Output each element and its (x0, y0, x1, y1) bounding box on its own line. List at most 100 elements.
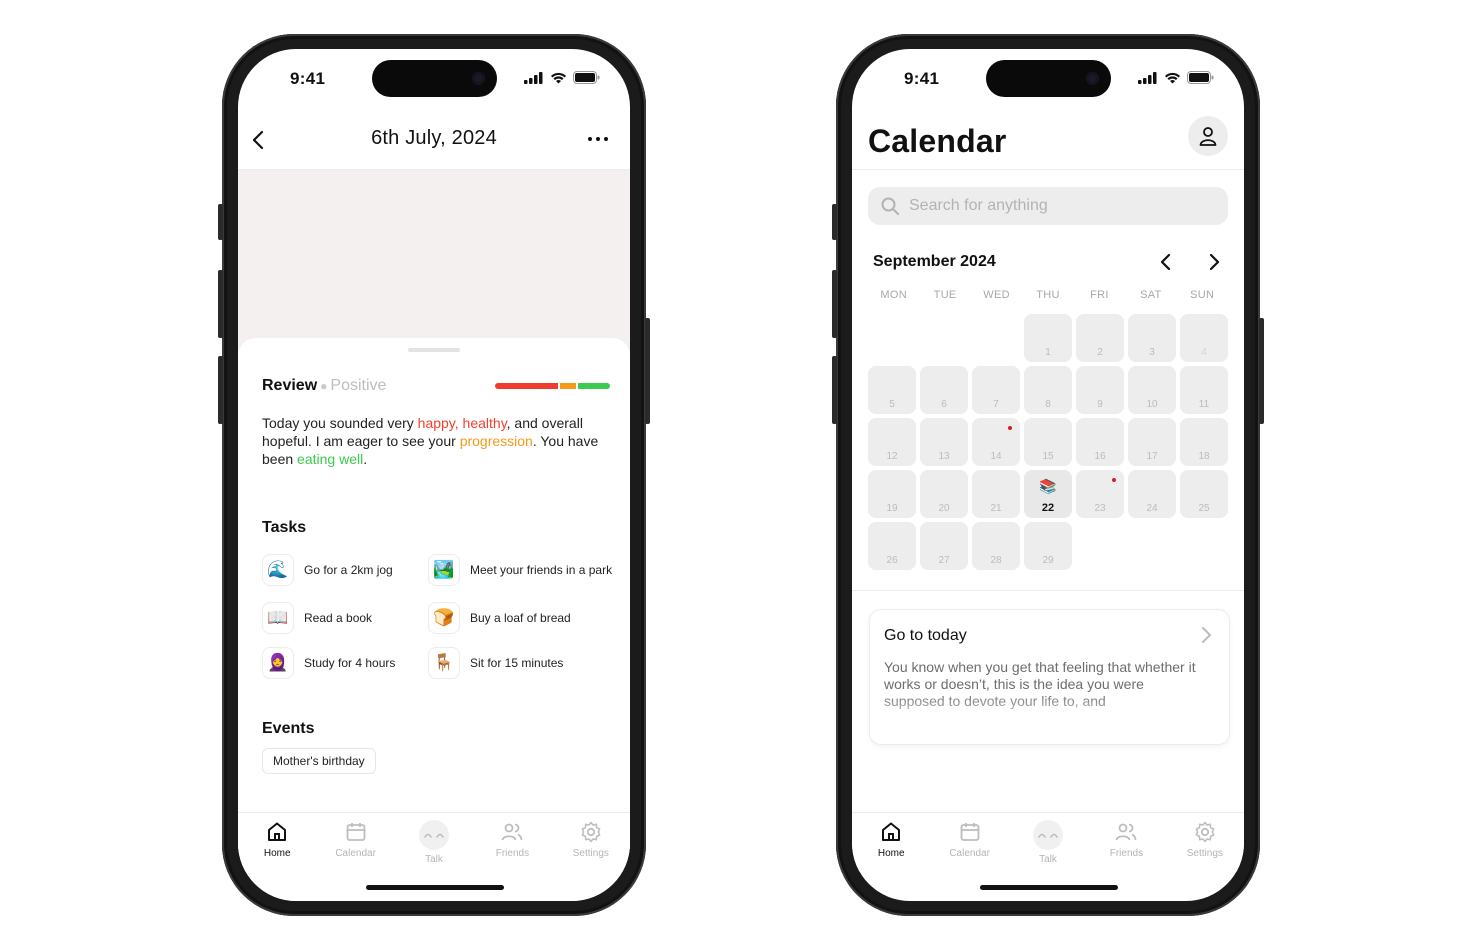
calendar-day-number: 29 (1042, 555, 1054, 566)
tab-bar: Home Calendar Talk Friends Settings (238, 812, 630, 872)
volume-up-button (832, 270, 837, 338)
highlight-word: eating well (297, 451, 364, 467)
event-chip[interactable]: Mother's birthday (262, 748, 376, 774)
task-item[interactable]: 🏞️ Meet your friends in a park (428, 554, 612, 586)
event-dot (1112, 478, 1116, 482)
weekday-header: MON TUE WED THU FRI SAT SUN (868, 289, 1228, 301)
calendar-day[interactable]: 11 (1180, 366, 1228, 414)
calendar-day[interactable]: 20 (920, 470, 968, 518)
home-indicator (980, 885, 1118, 890)
weekday-label: FRI (1090, 289, 1109, 301)
calendar-day-number: 21 (990, 503, 1002, 514)
dynamic-island (986, 60, 1111, 97)
calendar-day-number: 20 (938, 503, 950, 514)
status-time: 9:41 (290, 69, 326, 88)
calendar-day-number: 13 (938, 451, 950, 462)
calendar-day[interactable]: 25 (1180, 470, 1228, 518)
tab-label: Calendar (949, 848, 990, 859)
volume-down-button (832, 356, 837, 424)
profile-button[interactable] (1188, 116, 1228, 156)
calendar-day[interactable]: 3 (1128, 314, 1176, 362)
tab-friends[interactable]: Friends (1087, 813, 1165, 872)
tab-home[interactable]: Home (852, 813, 930, 872)
task-item[interactable]: 🌊 Go for a 2km jog (262, 554, 393, 586)
calendar-day[interactable]: 9 (1076, 366, 1124, 414)
action-button (832, 204, 837, 240)
tab-calendar[interactable]: Calendar (930, 813, 1008, 872)
search-bar[interactable] (868, 187, 1228, 225)
sheet-grabber[interactable] (408, 348, 460, 352)
weekday-label: SAT (1140, 289, 1162, 301)
calendar-day[interactable]: 5 (868, 366, 916, 414)
wifi-icon (551, 72, 566, 83)
calendar-day-number: 8 (1045, 399, 1051, 410)
page-title: 6th July, 2024 (371, 127, 497, 149)
calendar-day[interactable]: 8 (1024, 366, 1072, 414)
header-divider (852, 169, 1244, 170)
day-screen: 9:41 6th July, 2024 Review ● Positive Tod (238, 49, 630, 901)
search-input[interactable] (909, 197, 1209, 215)
calendar-screen: 9:41 Calendar September 2024 MON TUE WED TH… (852, 49, 1244, 901)
volume-down-button (218, 356, 223, 424)
tab-talk[interactable]: Talk (395, 813, 473, 872)
calendar-day[interactable]: 17 (1128, 418, 1176, 466)
task-item[interactable]: 📖 Read a book (262, 602, 372, 634)
calendar-day[interactable]: 2 (1076, 314, 1124, 362)
task-item[interactable]: 🧕 Study for 4 hours (262, 647, 395, 679)
sentiment-bar (495, 383, 610, 389)
calendar-day[interactable]: 6 (920, 366, 968, 414)
month-label: September 2024 (873, 253, 996, 270)
go-to-today-title: Go to today (884, 627, 967, 644)
tab-settings[interactable]: Settings (1166, 813, 1244, 872)
task-item[interactable]: 🍞 Buy a loaf of bread (428, 602, 571, 634)
calendar-day[interactable]: 12 (868, 418, 916, 466)
calendar-grid: 1 2 3 4 5 6 7 8 9 10 11 12 13 14 15 16 17 18 19 20 21 📚 22 23 24… (868, 314, 1228, 574)
calendar-day[interactable]: 28 (972, 522, 1020, 570)
tab-bar: Home Calendar Talk Friends Settings (852, 812, 1244, 872)
calendar-day[interactable]: 29 (1024, 522, 1072, 570)
calendar-day[interactable]: 7 (972, 366, 1020, 414)
talk-face-icon (1033, 820, 1064, 850)
calendar-day[interactable]: 21 (972, 470, 1020, 518)
review-label: Review (262, 377, 318, 394)
settings-gear-icon (1195, 821, 1215, 843)
park-icon: 🏞️ (428, 554, 460, 586)
tab-home[interactable]: Home (238, 813, 316, 872)
more-options-icon[interactable] (586, 132, 610, 146)
friends-icon (502, 823, 523, 841)
calendar-day[interactable]: 24 (1128, 470, 1176, 518)
calendar-day-today[interactable]: 📚 22 (1024, 470, 1072, 518)
tab-friends[interactable]: Friends (473, 813, 551, 872)
task-item[interactable]: 🪑 Sit for 15 minutes (428, 647, 563, 679)
calendar-day[interactable]: 26 (868, 522, 916, 570)
dynamic-island (372, 60, 497, 97)
tab-talk[interactable]: Talk (1009, 813, 1087, 872)
prev-month-chevron-icon[interactable] (1156, 252, 1176, 272)
calendar-day-number: 23 (1094, 503, 1106, 514)
tab-label: Home (263, 848, 291, 859)
calendar-day[interactable]: 1 (1024, 314, 1072, 362)
calendar-day[interactable]: 13 (920, 418, 968, 466)
task-label: Study for 4 hours (304, 656, 396, 670)
tab-calendar[interactable]: Calendar (316, 813, 394, 872)
calendar-day[interactable]: 18 (1180, 418, 1228, 466)
bread-icon: 🍞 (428, 602, 460, 634)
calendar-day[interactable]: 27 (920, 522, 968, 570)
calendar-day[interactable]: 14 (972, 418, 1020, 466)
calendar-day[interactable]: 10 (1128, 366, 1176, 414)
calendar-day[interactable]: 23 (1076, 470, 1124, 518)
calendar-day[interactable]: 4 (1180, 314, 1228, 362)
tasks-heading: Tasks (262, 519, 307, 536)
tab-settings[interactable]: Settings (552, 813, 630, 872)
calendar-day[interactable]: 16 (1076, 418, 1124, 466)
calendar-day[interactable]: 19 (868, 470, 916, 518)
go-to-today-card[interactable]: Go to today You know when you get that f… (869, 609, 1230, 745)
tab-label: Friends (495, 848, 530, 859)
next-month-chevron-icon[interactable] (1204, 252, 1224, 272)
calendar-day-number: 7 (993, 399, 999, 410)
task-label: Read a book (304, 611, 373, 625)
calendar-day-number: 12 (886, 451, 898, 462)
highlight-word: healthy (462, 415, 507, 431)
tab-label: Friends (1109, 848, 1144, 859)
calendar-day[interactable]: 15 (1024, 418, 1072, 466)
